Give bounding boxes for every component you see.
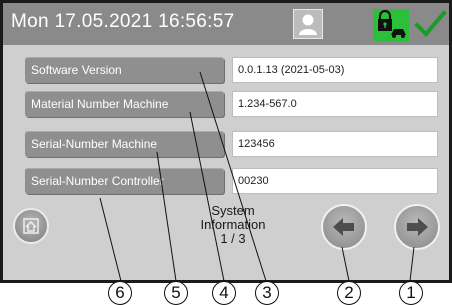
access-lock-button[interactable] [373,9,409,41]
callout-2: 2 [337,281,361,305]
callout-4: 4 [212,281,236,305]
material-number-label: Material Number Machine [25,91,224,117]
previous-page-button[interactable] [321,204,367,250]
lock-icon [378,9,406,38]
page-number: 1 / 3 [220,231,246,246]
callout-1: 1 [399,281,423,305]
callout-5: 5 [164,281,188,305]
page-title-line2: Information [200,217,266,232]
status-bar: Mon 17.05.2021 16:56:57 [3,3,449,45]
serial-number-machine-field: 123456 [232,131,438,157]
callout-6: 6 [108,281,132,305]
serial-number-controller-field: 00230 [232,168,438,194]
serial-number-controller-label: Serial-Number Controller [25,168,224,194]
next-page-button[interactable] [394,204,440,250]
software-version-label: Software Version [25,57,224,83]
user-button[interactable] [293,9,323,39]
serial-number-machine-label: Serial-Number Machine [25,131,224,157]
checkmark-icon [414,10,447,37]
arrow-left-icon [333,218,354,236]
confirm-button[interactable] [413,7,447,41]
device-screen: Mon 17.05.2021 16:56:57 Software Version… [0,0,452,283]
user-icon [299,14,317,35]
page-indicator: System Information 1 / 3 [188,204,278,246]
callout-3: 3 [255,281,279,305]
home-icon [23,218,39,234]
material-number-field: 1.234-567.0 [232,91,438,117]
home-button[interactable] [13,208,49,244]
page-title-line1: System [211,203,255,218]
software-version-field: 0.0.1.13 (2021-05-03) [232,57,438,83]
arrow-right-icon [407,218,428,236]
datetime-display: Mon 17.05.2021 16:56:57 [11,11,235,32]
